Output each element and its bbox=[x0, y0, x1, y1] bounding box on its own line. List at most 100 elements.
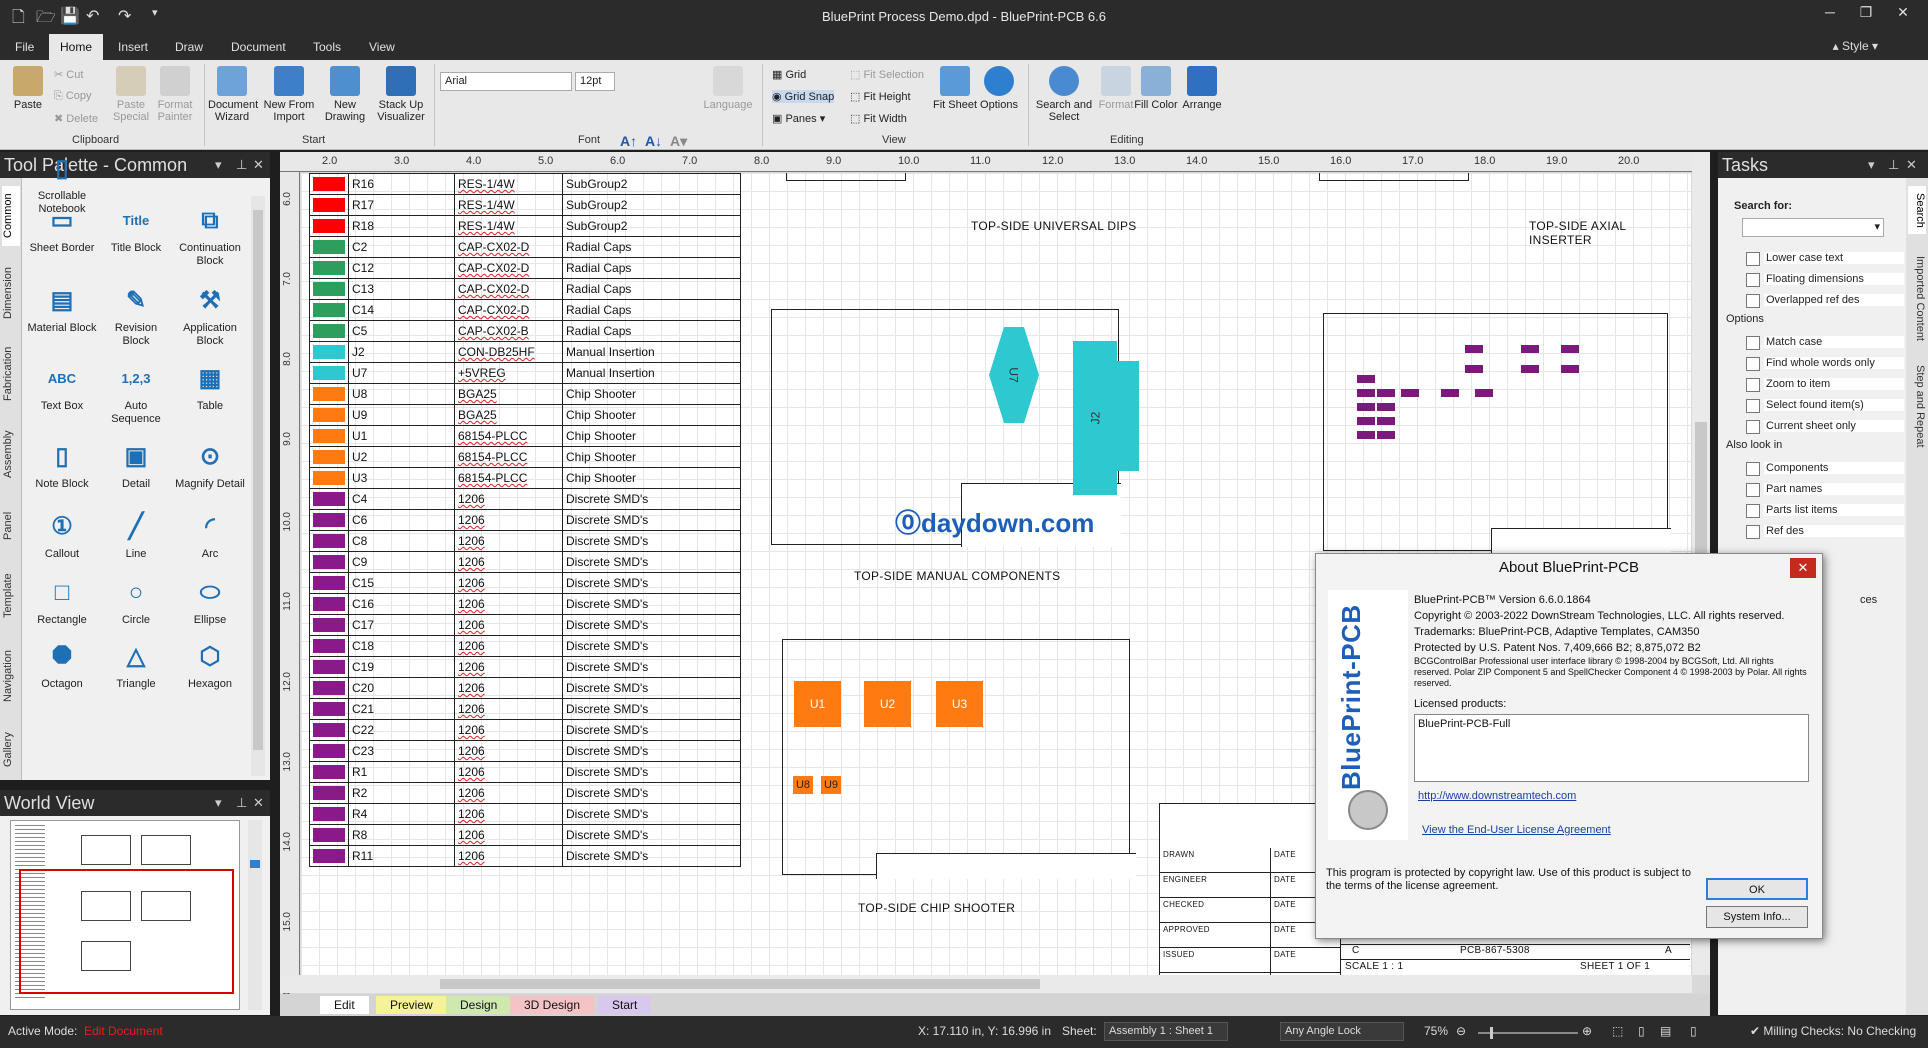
side-tab-imported-content[interactable]: Imported Content bbox=[1908, 248, 1926, 348]
tool-material-block[interactable]: ▤ Material Block bbox=[26, 284, 98, 335]
table-row[interactable]: R18 RES-1/4W SubGroup2 bbox=[309, 215, 741, 237]
checkbox[interactable] bbox=[1746, 273, 1760, 287]
tab-insert[interactable]: Insert bbox=[107, 34, 159, 60]
checkbox[interactable] bbox=[1746, 504, 1760, 518]
tab-edit[interactable]: Edit bbox=[320, 996, 369, 1014]
side-tab-gallery[interactable]: Gallery bbox=[2, 726, 20, 774]
search-select-button[interactable]: Search and Select bbox=[1034, 66, 1094, 123]
smd-pad[interactable] bbox=[1561, 345, 1579, 353]
checkbox[interactable] bbox=[1746, 462, 1760, 476]
tool-table[interactable]: ▦ Table bbox=[174, 362, 246, 413]
tab-tools[interactable]: Tools bbox=[302, 34, 352, 60]
fit-window-icon[interactable]: ⬚ bbox=[1612, 1024, 1623, 1038]
tool-application-block[interactable]: ⚒ Application Block bbox=[174, 284, 246, 348]
smd-pad[interactable] bbox=[1441, 389, 1459, 397]
milling-checks-status[interactable]: ✔ Milling Checks: No Checking bbox=[1750, 1024, 1916, 1038]
tab-document[interactable]: Document bbox=[220, 34, 297, 60]
smd-pad[interactable] bbox=[1465, 365, 1483, 373]
grow-font-icon[interactable]: A↑ bbox=[620, 133, 637, 149]
component-u1[interactable]: U1 bbox=[794, 681, 841, 727]
side-tab-search[interactable]: Search bbox=[1908, 186, 1926, 234]
close-icon[interactable]: ✕ bbox=[1790, 558, 1816, 578]
table-row[interactable]: C12 CAP-CX02-D Radial Caps bbox=[309, 257, 741, 279]
format-painter-button[interactable]: Format Painter bbox=[152, 66, 198, 123]
style-menu[interactable]: ▴ Style ▾ bbox=[1833, 39, 1878, 53]
smd-pad[interactable] bbox=[1401, 389, 1419, 397]
table-row[interactable]: C8 1206 Discrete SMD's bbox=[309, 530, 741, 552]
panel-menu-icon[interactable]: ▾ bbox=[215, 152, 222, 178]
checkbox[interactable] bbox=[1746, 294, 1760, 308]
component-u3[interactable]: U3 bbox=[936, 681, 983, 727]
ok-button[interactable]: OK bbox=[1706, 878, 1808, 900]
tab-design[interactable]: Design bbox=[446, 996, 512, 1014]
zoom-in-icon[interactable]: ⊕ bbox=[1582, 1024, 1592, 1038]
delete-button[interactable]: ✖ Delete bbox=[54, 112, 98, 125]
restore-icon[interactable]: ❐ bbox=[1851, 4, 1881, 21]
table-row[interactable]: C23 1206 Discrete SMD's bbox=[309, 740, 741, 762]
tool-arc[interactable]: ◜ Arc bbox=[174, 510, 246, 561]
table-row[interactable]: R11 1206 Discrete SMD's bbox=[309, 845, 741, 867]
side-tab-step-repeat[interactable]: Step and Repeat bbox=[1908, 358, 1926, 454]
website-link[interactable]: http://www.downstreamtech.com bbox=[1418, 790, 1576, 802]
font-name-select[interactable]: Arial bbox=[440, 72, 572, 91]
paste-button[interactable]: Paste bbox=[10, 66, 46, 111]
side-tab-assembly[interactable]: Assembly bbox=[2, 422, 20, 486]
checkbox[interactable] bbox=[1746, 420, 1760, 434]
checkbox[interactable] bbox=[1746, 252, 1760, 266]
tasks-close-icon[interactable]: ✕ bbox=[1906, 152, 1917, 178]
tool-triangle[interactable]: △ Triangle bbox=[100, 640, 172, 691]
world-view-map[interactable] bbox=[10, 820, 240, 1010]
tab-start[interactable]: Start bbox=[598, 996, 652, 1014]
search-for-input[interactable]: ▾ bbox=[1742, 218, 1884, 237]
paste-special-button[interactable]: Paste Special bbox=[108, 66, 154, 123]
checkbox[interactable] bbox=[1746, 357, 1760, 371]
wv-menu-icon[interactable]: ▾ bbox=[215, 790, 222, 816]
table-row[interactable]: U2 68154-PLCC Chip Shooter bbox=[309, 446, 741, 468]
shrink-font-icon[interactable]: A↓ bbox=[645, 133, 662, 149]
table-row[interactable]: C2 CAP-CX02-D Radial Caps bbox=[309, 236, 741, 258]
close-icon[interactable]: ✕ bbox=[1888, 4, 1918, 21]
table-row[interactable]: R1 1206 Discrete SMD's bbox=[309, 761, 741, 783]
tool-rectangle[interactable]: □ Rectangle bbox=[26, 576, 98, 627]
stack-up-visualizer-button[interactable]: Stack Up Visualizer bbox=[374, 66, 428, 123]
table-row[interactable]: R4 1206 Discrete SMD's bbox=[309, 803, 741, 825]
tool-octagon[interactable]: ⯃ Octagon bbox=[26, 640, 98, 691]
side-tab-fabrication[interactable]: Fabrication bbox=[2, 338, 20, 410]
angle-lock-select[interactable]: Any Angle Lock bbox=[1280, 1022, 1404, 1041]
smd-pad[interactable] bbox=[1377, 403, 1395, 411]
arrange-button[interactable]: Arrange bbox=[1178, 66, 1226, 111]
parts-list-table[interactable]: R16 RES-1/4W SubGroup2 R17 RES-1/4W SubGroup2… bbox=[309, 173, 741, 867]
smd-pad[interactable] bbox=[1357, 431, 1375, 439]
tool-line[interactable]: ╱ Line bbox=[100, 510, 172, 561]
font-dropdown-icon[interactable]: A▾ bbox=[670, 133, 687, 150]
component-u8[interactable]: U8 bbox=[793, 776, 813, 794]
canvas-horizontal-scrollbar[interactable] bbox=[280, 975, 1692, 993]
table-row[interactable]: C22 1206 Discrete SMD's bbox=[309, 719, 741, 741]
table-row[interactable]: U9 BGA25 Chip Shooter bbox=[309, 404, 741, 426]
system-info-button[interactable]: System Info... bbox=[1706, 906, 1808, 928]
tool-revision-block[interactable]: ✎ Revision Block bbox=[100, 284, 172, 348]
tool-magnify-detail[interactable]: ⊙ Magnify Detail bbox=[174, 440, 246, 491]
checkbox[interactable] bbox=[1746, 525, 1760, 539]
table-row[interactable]: J2 CON-DB25HF Manual Insertion bbox=[309, 341, 741, 363]
table-row[interactable]: C21 1206 Discrete SMD's bbox=[309, 698, 741, 720]
smd-pad[interactable] bbox=[1465, 345, 1483, 353]
table-row[interactable]: U3 68154-PLCC Chip Shooter bbox=[309, 467, 741, 489]
table-row[interactable]: C13 CAP-CX02-D Radial Caps bbox=[309, 278, 741, 300]
table-row[interactable]: C19 1206 Discrete SMD's bbox=[309, 656, 741, 678]
wv-zoom-slider[interactable] bbox=[248, 820, 262, 1010]
fit-sheet-button[interactable]: Fit Sheet bbox=[932, 66, 978, 111]
tool-callout[interactable]: ① Callout bbox=[26, 510, 98, 561]
tab-view[interactable]: View bbox=[358, 34, 406, 60]
table-row[interactable]: U7 +5VREG Manual Insertion bbox=[309, 362, 741, 384]
tool-notebook[interactable]: ▯ Scrollable Notebook bbox=[26, 152, 98, 216]
minimize-icon[interactable]: ─ bbox=[1815, 4, 1845, 20]
font-size-select[interactable]: 12pt bbox=[575, 72, 615, 91]
grid-toggle[interactable]: ▦ Grid bbox=[772, 68, 806, 81]
checkbox[interactable] bbox=[1746, 399, 1760, 413]
smd-pad[interactable] bbox=[1377, 417, 1395, 425]
grid-snap-toggle[interactable]: ◉ Grid Snap bbox=[772, 90, 835, 103]
zoom-slider[interactable] bbox=[1478, 1027, 1578, 1039]
table-row[interactable]: U1 68154-PLCC Chip Shooter bbox=[309, 425, 741, 447]
language-button[interactable]: Language bbox=[700, 66, 756, 111]
